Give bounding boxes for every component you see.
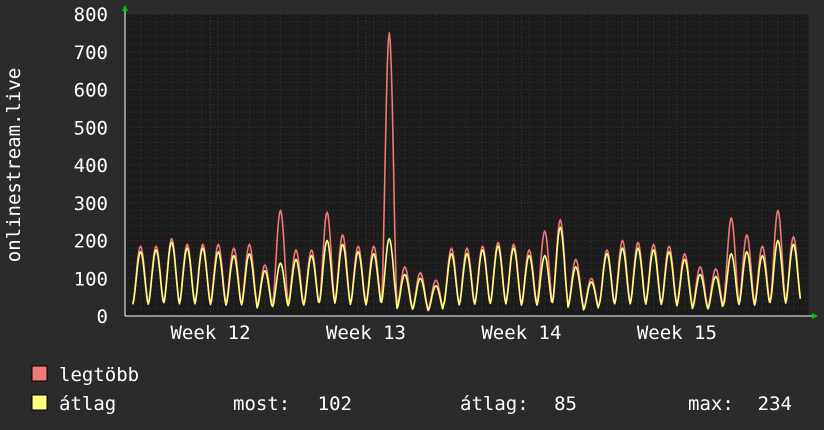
legend-label-max: legtöbb <box>59 364 139 386</box>
y-tick-label: 800 <box>74 4 108 26</box>
legend: legtöbb átlag most: 102 átlag: 85 max: 2… <box>31 364 792 415</box>
y-axis-label: onlinestream.live <box>3 68 25 262</box>
y-tick-label: 200 <box>74 231 108 253</box>
stat-max-label: max: <box>688 393 734 415</box>
legend-swatch-max <box>31 365 48 382</box>
x-tick-label: Week 12 <box>170 322 250 344</box>
y-axis-arrow-icon <box>122 5 128 11</box>
y-tick-label: 0 <box>97 306 108 328</box>
y-tick-label: 700 <box>74 42 108 64</box>
legend-label-avg: átlag <box>59 393 116 415</box>
chart: 0 100 200 300 400 500 600 700 800 Week 12 Week 13 W… <box>3 4 818 415</box>
stat-now-label: most: <box>233 393 290 415</box>
legend-swatch-avg <box>31 394 48 411</box>
y-tick-label: 600 <box>74 80 108 102</box>
x-axis-arrow-icon <box>812 313 818 319</box>
stat-avg-value: 85 <box>554 393 577 415</box>
stat-now-value: 102 <box>318 393 352 415</box>
y-tick-label: 100 <box>74 268 108 290</box>
stat-avg-label: átlag: <box>460 393 529 415</box>
x-tick-label: Week 14 <box>481 322 561 344</box>
x-tick-label: Week 15 <box>637 322 717 344</box>
y-tick-label: 400 <box>74 155 108 177</box>
y-tick-label: 300 <box>74 193 108 215</box>
x-tick-label: Week 13 <box>326 322 406 344</box>
y-tick-label: 500 <box>74 117 108 139</box>
stat-max-value: 234 <box>758 393 792 415</box>
